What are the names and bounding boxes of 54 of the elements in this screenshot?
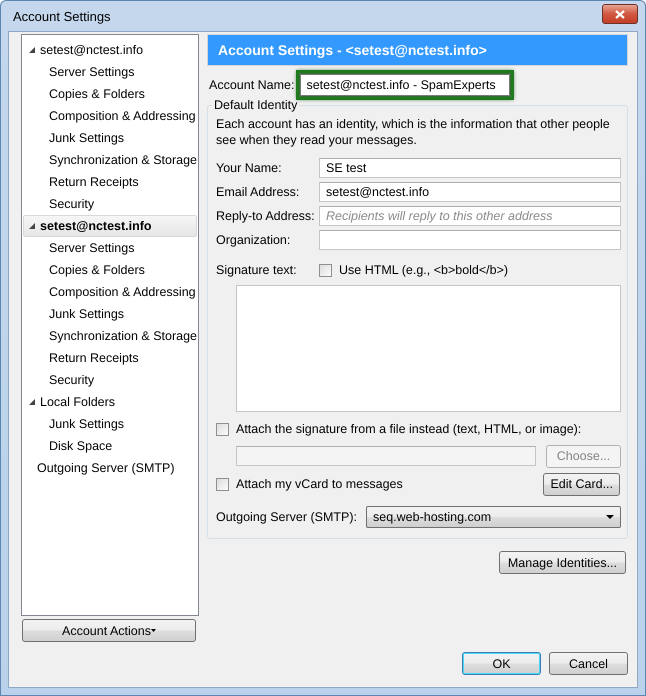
caret-icon (150, 629, 156, 632)
tree-item[interactable]: Junk Settings (23, 303, 197, 325)
field-label: Signature text: (216, 263, 298, 277)
cancel-button[interactable]: Cancel (549, 652, 628, 675)
tree-item[interactable]: Copies & Folders (23, 83, 197, 105)
field-label: Account Name: (209, 78, 294, 92)
tree-item[interactable]: Synchronization & Storage (23, 149, 197, 171)
close-icon (615, 10, 625, 18)
tree-item[interactable]: Disk Space (23, 435, 197, 457)
field-label: Reply-to Address: (216, 209, 316, 223)
text-field[interactable] (319, 230, 621, 250)
tree-item[interactable]: Composition & Addressing (23, 281, 197, 303)
tree-item[interactable]: Junk Settings (23, 127, 197, 149)
tree-item[interactable]: Outgoing Server (SMTP) (23, 457, 197, 479)
field-label: Outgoing Server (SMTP): (216, 510, 358, 524)
field-label: Your Name: (216, 161, 283, 175)
close-button[interactable] (602, 4, 638, 24)
tree-item[interactable]: Return Receipts (23, 347, 197, 369)
account-actions-button[interactable]: Account Actions (22, 619, 196, 642)
checkbox-label: Attach the signature from a file instead (text, HTML, or image): (236, 422, 582, 436)
tree-item[interactable]: Server Settings (23, 61, 197, 83)
tree-item[interactable]: Synchronization & Storage (23, 325, 197, 347)
checkbox[interactable] (216, 422, 229, 436)
window-title: Account Settings (13, 8, 111, 24)
manage-identities-button[interactable]: Manage Identities... (498, 551, 626, 574)
checkbox-label: Attach my vCard to messages (236, 477, 403, 491)
collapse-icon[interactable] (29, 223, 35, 229)
field-label: Email Address: (216, 185, 300, 199)
collapse-icon[interactable] (29, 399, 35, 405)
page-header: Account Settings - <setest@nctest.info> (207, 34, 628, 66)
tree-item[interactable]: Security (23, 369, 197, 391)
tree-item[interactable]: setest@nctest.info (23, 39, 197, 61)
group-title: Default Identity (213, 98, 298, 112)
description-text: Each account has an identity, which is the information that other people see when they read your messages. (216, 116, 611, 148)
checkbox[interactable] (216, 478, 229, 490)
tree-item[interactable]: Copies & Folders (23, 259, 197, 281)
tree-item[interactable]: Server Settings (23, 237, 197, 259)
tree-item[interactable]: Composition & Addressing (23, 105, 197, 127)
tree-item[interactable]: Return Receipts (23, 171, 197, 193)
edit-card-button[interactable]: Edit Card... (543, 472, 620, 496)
checkbox-label: Use HTML (e.g., <b>bold</b>) (339, 263, 508, 277)
text-field[interactable]: Recipients will reply to this other address (319, 206, 621, 226)
tree-item[interactable]: Junk Settings (23, 413, 197, 435)
signature-field[interactable] (236, 285, 621, 412)
tree-item[interactable]: setest@nctest.info (23, 215, 197, 237)
text-field[interactable]: SE test (319, 158, 621, 178)
tree-item[interactable]: Security (23, 193, 197, 215)
checkbox[interactable] (319, 264, 332, 276)
collapse-icon[interactable] (29, 47, 35, 53)
text-field[interactable]: setest@nctest.info (319, 182, 621, 202)
field-label: Organization: (216, 233, 292, 247)
server-dropdown[interactable]: seq.web-hosting.com (366, 506, 621, 528)
tree-item[interactable]: Local Folders (23, 391, 197, 413)
ok-button[interactable]: OK (462, 652, 541, 675)
